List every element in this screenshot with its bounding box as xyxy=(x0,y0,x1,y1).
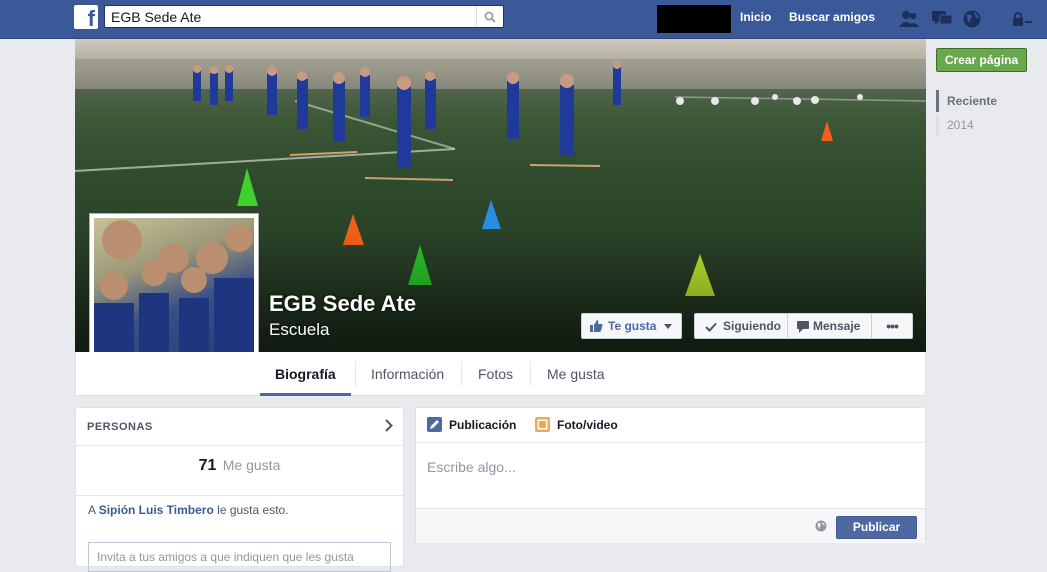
friend-like-suffix: le gusta esto. xyxy=(217,503,289,517)
search-input[interactable] xyxy=(111,8,471,25)
profile-link-redacted[interactable] xyxy=(657,5,731,33)
photo-icon xyxy=(535,417,550,432)
message-button-label: Mensaje xyxy=(813,319,861,333)
tab-photos[interactable]: Fotos xyxy=(463,352,528,395)
composer-card: Publicación Foto/video Escribe algo... P… xyxy=(415,407,926,543)
like-button[interactable]: Te gusta xyxy=(581,313,682,339)
facebook-logo-icon[interactable]: f xyxy=(74,5,98,31)
page-title[interactable]: EGB Sede Ate xyxy=(269,291,416,317)
home-link[interactable]: Inicio xyxy=(740,10,771,24)
composer-footer: Publicar xyxy=(416,508,925,543)
tab-biography[interactable]: Biografía xyxy=(260,352,351,396)
friend-name-link[interactable]: Sipión Luis Timbero xyxy=(99,503,214,517)
audience-globe-icon[interactable] xyxy=(815,520,827,532)
find-friends-link[interactable]: Buscar amigos xyxy=(789,10,875,24)
tab-likes[interactable]: Me gusta xyxy=(532,352,620,395)
checkmark-icon xyxy=(705,322,717,332)
chevron-down-icon xyxy=(664,324,672,329)
friend-like-prefix: A xyxy=(88,503,96,517)
composer-placeholder: Escribe algo... xyxy=(427,459,516,475)
search-button[interactable] xyxy=(476,6,503,27)
invite-friends-input[interactable]: Invita a tus amigos a que indiquen que l… xyxy=(88,542,391,572)
tab-information[interactable]: Información xyxy=(356,352,459,395)
publish-button[interactable]: Publicar xyxy=(836,516,917,539)
page-actions-group: Siguiendo Mensaje ••• xyxy=(694,313,913,339)
message-button[interactable]: Mensaje xyxy=(787,313,872,339)
people-card: PERSONAS 71 Me gusta A Sipión Luis Timbe… xyxy=(75,407,404,572)
likes-summary: 71 Me gusta xyxy=(76,457,403,475)
people-header[interactable]: PERSONAS xyxy=(76,408,403,446)
search-box[interactable] xyxy=(104,5,504,28)
composer-tabs: Publicación Foto/video xyxy=(416,408,925,442)
timeline-item-recent[interactable]: Reciente xyxy=(936,90,997,112)
divider xyxy=(76,495,403,496)
chevron-right-icon[interactable] xyxy=(385,419,393,432)
like-button-label: Te gusta xyxy=(608,319,657,333)
friend-like-text: A Sipión Luis Timbero le gusta esto. xyxy=(88,503,289,517)
pencil-icon xyxy=(427,417,442,432)
tab-divider xyxy=(461,362,462,386)
people-title: PERSONAS xyxy=(87,421,153,433)
friend-requests-icon[interactable] xyxy=(898,9,920,29)
tab-divider xyxy=(530,362,531,386)
messages-icon[interactable] xyxy=(931,9,953,29)
create-page-button[interactable]: Crear página xyxy=(936,48,1027,72)
top-bar: f Inicio Buscar amigos xyxy=(0,0,1047,39)
following-button[interactable]: Siguiendo xyxy=(694,313,788,339)
timeline-nav: Reciente 2014 xyxy=(936,90,997,138)
composer-tab-post[interactable]: Publicación xyxy=(449,418,516,432)
composer-tab-photo[interactable]: Foto/video xyxy=(557,418,618,432)
likes-label: Me gusta xyxy=(222,457,281,473)
following-button-label: Siguiendo xyxy=(723,319,781,333)
thumbs-up-icon xyxy=(590,320,603,332)
composer-text-input[interactable]: Escribe algo... xyxy=(416,442,925,509)
page-category[interactable]: Escuela xyxy=(269,320,329,340)
speech-bubble-icon xyxy=(797,321,809,333)
page-tabs: Biografía Información Fotos Me gusta xyxy=(75,352,926,396)
privacy-lock-icon[interactable] xyxy=(1010,9,1032,29)
search-icon xyxy=(484,11,496,23)
likes-count: 71 xyxy=(198,457,217,474)
notifications-globe-icon[interactable] xyxy=(962,9,984,29)
more-options-button[interactable]: ••• xyxy=(871,313,913,339)
timeline-item-2014[interactable]: 2014 xyxy=(936,114,997,136)
